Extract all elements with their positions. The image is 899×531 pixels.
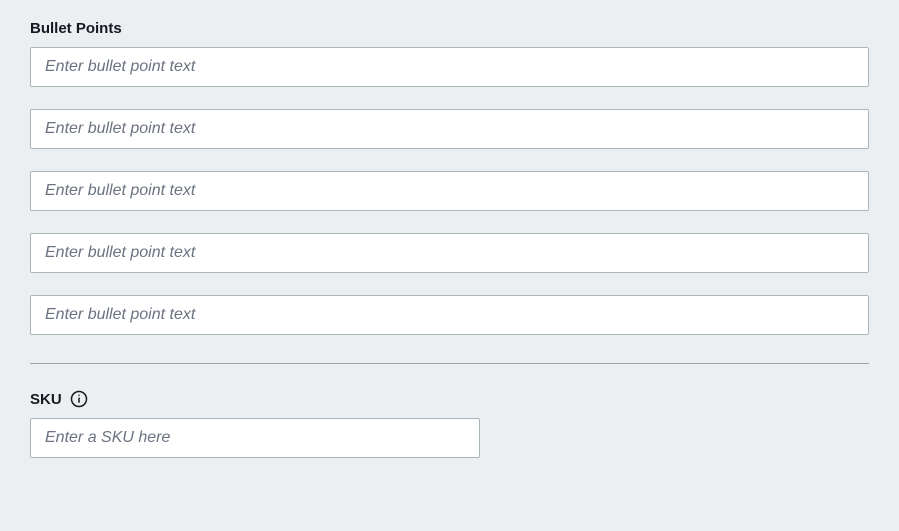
bullet-point-input-3[interactable] xyxy=(30,171,869,211)
bullet-point-row xyxy=(30,47,869,87)
bullet-point-row xyxy=(30,171,869,211)
bullet-points-list xyxy=(30,47,869,335)
bullet-point-input-5[interactable] xyxy=(30,295,869,335)
bullet-point-row xyxy=(30,109,869,149)
bullet-point-row xyxy=(30,233,869,273)
section-divider xyxy=(30,363,869,364)
sku-section: SKU xyxy=(30,390,869,458)
bullet-point-row xyxy=(30,295,869,335)
bullet-point-input-4[interactable] xyxy=(30,233,869,273)
info-icon[interactable] xyxy=(70,390,88,408)
bullet-points-label: Bullet Points xyxy=(30,20,869,37)
sku-label-row: SKU xyxy=(30,390,869,408)
bullet-point-input-1[interactable] xyxy=(30,47,869,87)
sku-input[interactable] xyxy=(30,418,480,458)
sku-label: SKU xyxy=(30,391,62,408)
bullet-points-section: Bullet Points xyxy=(30,20,869,335)
bullet-point-input-2[interactable] xyxy=(30,109,869,149)
